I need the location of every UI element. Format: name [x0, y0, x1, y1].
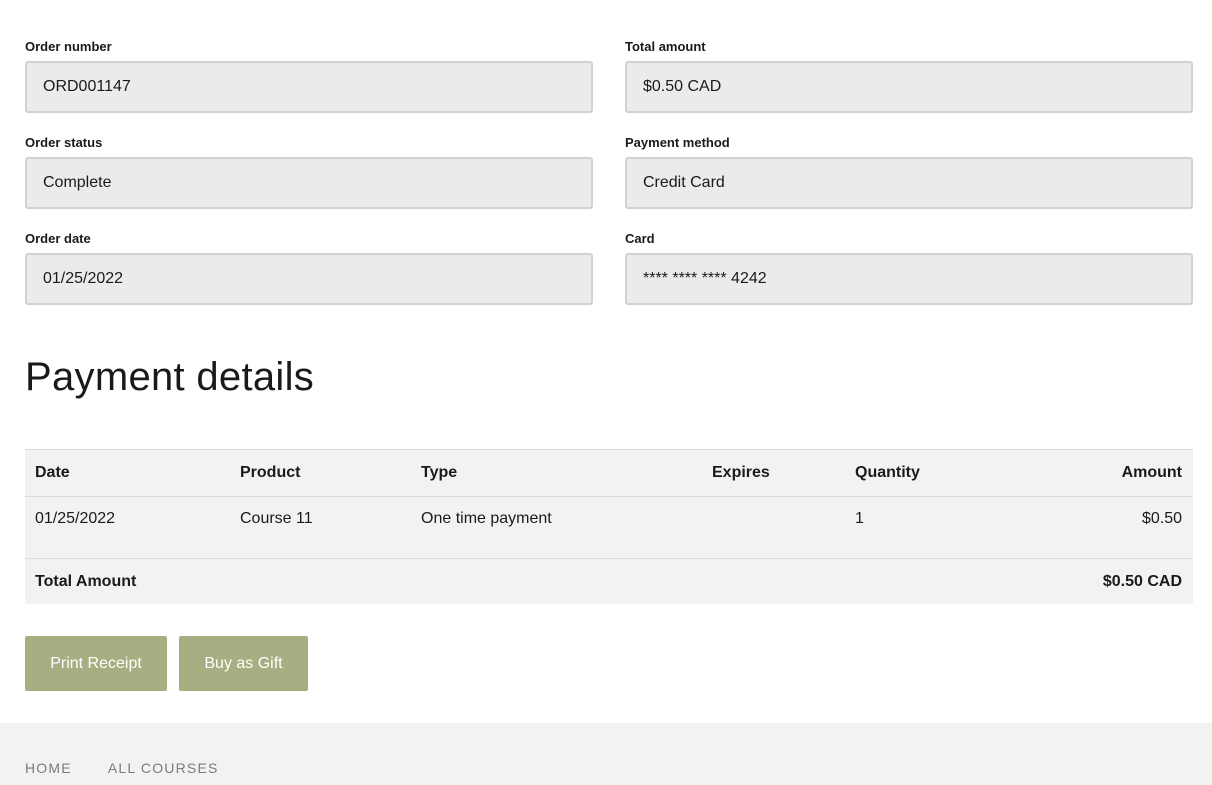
footer-link-all-courses[interactable]: ALL COURSES: [108, 760, 219, 776]
footer: HOME ALL COURSES: [0, 723, 1212, 785]
payment-details-title: Payment details: [25, 355, 315, 399]
table-header-row: Date Product Type Expires Quantity Amoun…: [25, 450, 1193, 497]
order-status-label: Order status: [25, 135, 103, 150]
order-status-input[interactable]: [25, 157, 593, 209]
footer-nav: HOME ALL COURSES: [25, 760, 219, 776]
payment-method-label: Payment method: [625, 135, 730, 150]
payment-method-field: Payment method: [625, 134, 1193, 230]
payment-method-input[interactable]: [625, 157, 1193, 209]
card-input[interactable]: [625, 253, 1193, 305]
card-label: Card: [625, 231, 655, 246]
order-number-input[interactable]: [25, 61, 593, 113]
buy-as-gift-button[interactable]: Buy as Gift: [179, 636, 308, 691]
order-status-field: Order status: [25, 134, 593, 230]
cell-date: 01/25/2022: [35, 510, 116, 527]
cell-type: One time payment: [421, 510, 552, 527]
column-header-expires: Expires: [712, 464, 770, 481]
order-date-input[interactable]: [25, 253, 593, 305]
column-header-date: Date: [35, 464, 70, 481]
card-field: Card: [625, 230, 1193, 326]
column-header-quantity: Quantity: [855, 464, 920, 481]
print-receipt-button[interactable]: Print Receipt: [25, 636, 167, 691]
payment-details-table: Date Product Type Expires Quantity Amoun…: [25, 449, 1193, 604]
order-number-label: Order number: [25, 39, 112, 54]
cell-quantity: 1: [855, 510, 864, 527]
order-date-label: Order date: [25, 231, 91, 246]
column-header-type: Type: [421, 464, 458, 481]
order-summary-fields: Order number Total amount Order status P…: [25, 38, 1193, 326]
cell-product: Course 11: [240, 510, 313, 527]
order-date-field: Order date: [25, 230, 593, 326]
table-row: 01/25/2022 Course 11 One time payment 1 …: [25, 497, 1193, 559]
table-total-row: Total Amount $0.50 CAD: [25, 559, 1193, 604]
cell-amount: $0.50: [1141, 510, 1182, 527]
column-header-product: Product: [240, 464, 301, 481]
total-amount-row-value: $0.50 CAD: [1102, 572, 1182, 590]
action-buttons: Print Receipt Buy as Gift: [25, 636, 308, 691]
order-number-field: Order number: [25, 38, 593, 134]
total-amount-input[interactable]: [625, 61, 1193, 113]
total-amount-field: Total amount: [625, 38, 1193, 134]
footer-link-home[interactable]: HOME: [25, 760, 72, 776]
total-amount-label: Total amount: [625, 39, 706, 54]
total-amount-row-label: Total Amount: [35, 572, 137, 590]
column-header-amount: Amount: [1121, 464, 1182, 481]
